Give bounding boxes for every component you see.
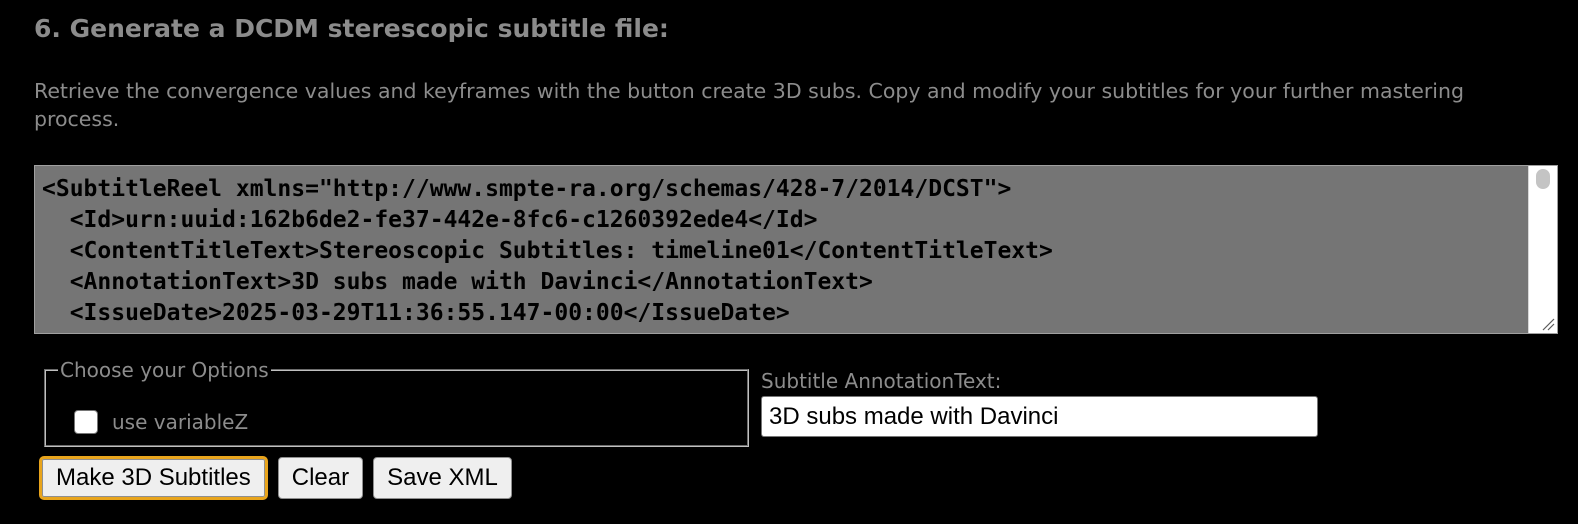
variable-z-option: use variableZ [74, 410, 248, 434]
action-buttons: Make 3D Subtitles Clear Save XML [39, 456, 522, 500]
section-heading: 6. Generate a DCDM sterescopic subtitle … [34, 14, 669, 43]
subtitle-xml-content[interactable]: <SubtitleReel xmlns="http://www.smpte-ra… [35, 166, 1557, 333]
subtitle-xml-textarea[interactable]: <SubtitleReel xmlns="http://www.smpte-ra… [34, 165, 1558, 334]
variable-z-label[interactable]: use variableZ [112, 410, 248, 434]
options-legend: Choose your Options [60, 358, 269, 382]
section-description: Retrieve the convergence values and keyf… [34, 79, 1464, 131]
clear-button[interactable]: Clear [277, 457, 364, 499]
make-3d-subtitles-button[interactable]: Make 3D Subtitles [39, 456, 268, 500]
annotation-text-label: Subtitle AnnotationText: [761, 369, 1002, 393]
resize-grip-icon[interactable] [1541, 317, 1555, 331]
save-xml-button[interactable]: Save XML [373, 457, 512, 499]
options-fieldset: Choose your Options use variableZ [44, 358, 749, 447]
annotation-text-input[interactable] [761, 396, 1318, 437]
textarea-scrollbar[interactable] [1528, 166, 1557, 333]
variable-z-checkbox[interactable] [74, 410, 98, 434]
scrollbar-thumb[interactable] [1536, 169, 1550, 189]
